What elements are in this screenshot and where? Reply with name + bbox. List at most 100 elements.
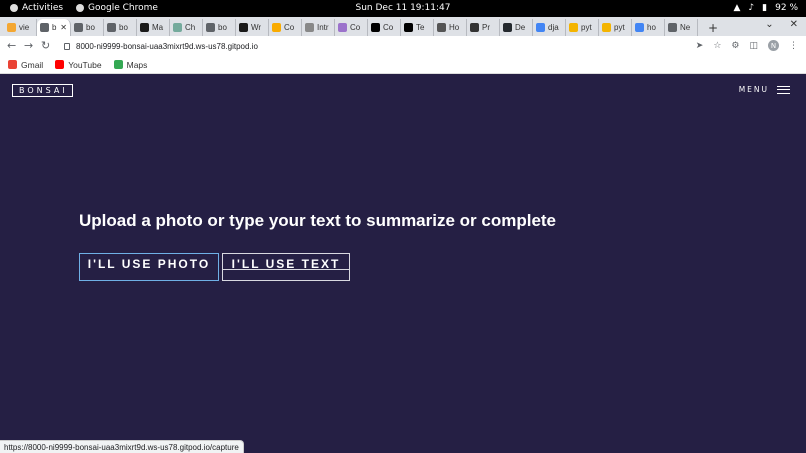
browser-tab[interactable]: Co <box>368 19 401 36</box>
tab-favicon-icon <box>173 23 182 32</box>
address-bar[interactable]: 8000-ni9999-bonsai-uaa3mixrt9d.ws-us78.g… <box>58 38 698 54</box>
gmail-icon <box>8 60 17 69</box>
tab-favicon-icon <box>536 23 545 32</box>
browser-tab[interactable]: Intr <box>302 19 335 36</box>
tab-label: b <box>52 23 57 32</box>
tab-close-icon[interactable]: ✕ <box>60 23 67 32</box>
close-window-icon[interactable]: ✕ <box>790 19 798 30</box>
tab-favicon-icon <box>437 23 446 32</box>
site-logo[interactable]: BONSAI <box>12 84 73 97</box>
profile-avatar[interactable]: N <box>768 40 779 51</box>
tab-favicon-icon <box>206 23 215 32</box>
tab-favicon-icon <box>239 23 248 32</box>
lock-icon <box>64 42 70 50</box>
bookmark-maps[interactable]: Maps <box>113 59 148 70</box>
tab-label: dja <box>548 23 559 32</box>
web-page: BONSAI MENU Upload a photo or type your … <box>0 74 806 453</box>
tab-favicon-icon <box>635 23 644 32</box>
bookmark-label: Gmail <box>21 59 44 70</box>
tab-favicon-icon <box>602 23 611 32</box>
tab-favicon-icon <box>74 23 83 32</box>
reload-icon[interactable]: ↻ <box>41 39 50 52</box>
new-tab-button[interactable]: + <box>708 19 718 36</box>
url-text: 8000-ni9999-bonsai-uaa3mixrt9d.ws-us78.g… <box>76 41 258 51</box>
browser-toolbar: ← → ↻ 8000-ni9999-bonsai-uaa3mixrt9d.ws-… <box>0 36 806 56</box>
bookmark-youtube[interactable]: YouTube <box>55 59 102 70</box>
browser-tab[interactable]: bo <box>104 19 137 36</box>
tab-favicon-icon <box>40 23 49 32</box>
tab-search-icon[interactable]: ⌄ <box>765 19 773 30</box>
share-icon[interactable]: ➤ <box>696 41 704 51</box>
tab-favicon-icon <box>404 23 413 32</box>
tab-label: Ne <box>680 23 691 32</box>
tab-label: Wr <box>251 23 262 32</box>
back-icon[interactable]: ← <box>7 39 16 52</box>
browser-tab[interactable]: Ne <box>665 19 698 36</box>
bookmark-label: Maps <box>126 59 148 70</box>
tab-label: Co <box>284 23 295 32</box>
menu-button[interactable]: MENU <box>739 85 790 94</box>
tab-label: Ch <box>185 23 196 32</box>
tab-label: pyt <box>614 23 625 32</box>
hamburger-icon <box>777 85 790 94</box>
browser-tab[interactable]: bo <box>203 19 236 36</box>
browser-tab[interactable]: Wr <box>236 19 269 36</box>
tab-favicon-icon <box>272 23 281 32</box>
tab-label: Intr <box>317 23 329 32</box>
browser-tab[interactable]: b ✕ <box>37 19 71 36</box>
browser-tab[interactable]: Co <box>269 19 302 36</box>
tab-favicon-icon <box>140 23 149 32</box>
browser-tab[interactable]: Ch <box>170 19 203 36</box>
tab-favicon-icon <box>569 23 578 32</box>
page-headline: Upload a photo or type your text to summ… <box>79 211 557 230</box>
tab-label: Ma <box>152 23 164 32</box>
tab-label: bo <box>86 23 95 32</box>
tab-label: pyt <box>581 23 592 32</box>
tab-label: De <box>515 23 526 32</box>
system-top-bar: Activities Google Chrome Sun Dec 11 19:1… <box>0 0 806 17</box>
forward-icon[interactable]: → <box>24 39 33 52</box>
clock[interactable]: Sun Dec 11 19:11:47 <box>0 3 806 13</box>
tab-label: bo <box>119 23 128 32</box>
tab-label: bo <box>218 23 227 32</box>
battery-percent: 92 % <box>775 3 798 13</box>
browser-tab[interactable]: Ma <box>137 19 170 36</box>
side-panel-icon[interactable]: ◫ <box>749 41 758 51</box>
youtube-icon <box>55 60 65 69</box>
tab-label: Co <box>350 23 361 32</box>
bookmark-star-icon[interactable]: ☆ <box>713 41 721 51</box>
browser-tab[interactable]: vie <box>4 19 37 36</box>
system-tray[interactable]: ▲ ♪ ▮ 92 % <box>734 3 799 13</box>
bookmark-label: YouTube <box>68 59 102 70</box>
bookmarks-bar: Gmail YouTube Maps <box>0 56 806 74</box>
browser-tab[interactable]: dja <box>533 19 566 36</box>
browser-tab[interactable]: Pr <box>467 19 500 36</box>
tab-favicon-icon <box>338 23 347 32</box>
tab-favicon-icon <box>668 23 677 32</box>
browser-tab[interactable]: pyt <box>599 19 632 36</box>
tab-label: ho <box>647 23 656 32</box>
tab-label: vie <box>19 23 30 32</box>
browser-tab[interactable]: Co <box>335 19 368 36</box>
browser-tab[interactable]: Te <box>401 19 434 36</box>
browser-tab[interactable]: Ho <box>434 19 467 36</box>
tab-label: Ho <box>449 23 460 32</box>
volume-icon: ♪ <box>748 3 755 13</box>
browser-tab[interactable]: bo <box>71 19 104 36</box>
battery-icon: ▮ <box>762 3 768 13</box>
chrome-menu-icon[interactable]: ⋮ <box>789 41 798 51</box>
maps-icon <box>113 60 123 69</box>
browser-tab[interactable]: ho <box>632 19 665 36</box>
extensions-icon[interactable]: ⚙ <box>731 41 739 51</box>
use-photo-button[interactable]: I'LL USE PHOTO <box>79 253 219 281</box>
tab-strip: vie b ✕ bo bo Ma Ch bo Wr Co Intr Co Co Te Ho Pr De dja py… <box>0 17 806 36</box>
tab-favicon-icon <box>305 23 314 32</box>
use-text-button[interactable]: I'LL USE TEXT <box>222 253 350 281</box>
tab-favicon-icon <box>470 23 479 32</box>
status-bubble: https://8000-ni9999-bonsai-uaa3mixrt9d.w… <box>0 440 244 453</box>
browser-tab[interactable]: De <box>500 19 533 36</box>
tab-label: Pr <box>482 23 490 32</box>
bookmark-gmail[interactable]: Gmail <box>8 60 43 70</box>
browser-tab[interactable]: pyt <box>566 19 599 36</box>
tab-favicon-icon <box>371 23 380 32</box>
